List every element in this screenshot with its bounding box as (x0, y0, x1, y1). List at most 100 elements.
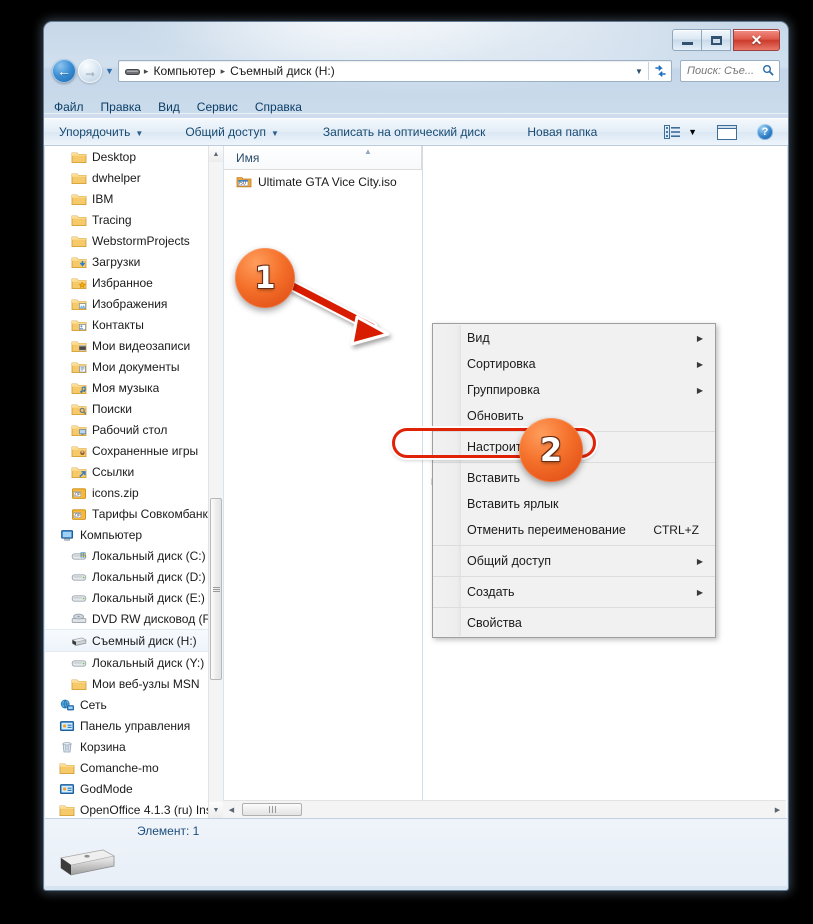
address-dropdown-icon[interactable]: ▼ (630, 67, 648, 76)
tree-item[interactable]: WebstormProjects (45, 230, 209, 251)
tree-scroll-thumb[interactable] (210, 498, 222, 680)
breadcrumb-item-0[interactable]: Компьютер (150, 64, 218, 78)
search-input[interactable]: Поиск: Съе... (681, 65, 762, 77)
tree-item[interactable]: Comanche-mo (45, 757, 209, 778)
tree-scroll-up-button[interactable]: ▲ (209, 146, 223, 162)
submenu-arrow-icon: ▶ (697, 386, 703, 395)
back-button[interactable]: ← (52, 59, 76, 83)
tree-item[interactable]: dwhelper (45, 167, 209, 188)
tree-item-label: IBM (92, 192, 113, 206)
tree-item[interactable]: Изображения (45, 293, 209, 314)
tree-item[interactable]: Локальный диск (Y:) (45, 652, 209, 673)
new-folder-button[interactable]: Новая папка (518, 122, 606, 142)
breadcrumb[interactable]: ▸ Компьютер ▸ Съемный диск (H:) ▼ (118, 60, 672, 82)
tree-item[interactable]: Рабочий стол (45, 419, 209, 440)
tree-item[interactable]: OpenOffice 4.1.3 (ru) Ins (45, 799, 209, 818)
computer-icon (59, 528, 75, 542)
hscroll-track[interactable] (240, 802, 769, 817)
breadcrumb-separator-0: ▸ (142, 66, 151, 77)
forward-button[interactable]: → (78, 59, 102, 83)
tree-item[interactable]: ZIP icons.zip (45, 482, 209, 503)
organize-button[interactable]: Упорядочить▼ (50, 122, 152, 142)
close-button[interactable]: ✕ (733, 29, 780, 51)
tree-item-label: icons.zip (92, 486, 139, 500)
tree-item[interactable]: Сеть (45, 694, 209, 715)
context-menu-item-label: Вставить (467, 471, 520, 485)
tree-item[interactable]: Избранное (45, 272, 209, 293)
hscroll-right-button[interactable]: ▶ (769, 802, 786, 817)
tree-item[interactable]: Локальный диск (E:) (45, 587, 209, 608)
tree-item[interactable]: Ссылки (45, 461, 209, 482)
share-button[interactable]: Общий доступ▼ (176, 122, 288, 142)
forward-arrow-icon: → (83, 64, 97, 78)
context-menu-item[interactable]: Вставить ярлык (433, 491, 715, 517)
tree-item[interactable]: Мои видеозаписи (45, 335, 209, 356)
tree-scrollbar[interactable]: ▲ ▼ (208, 146, 223, 818)
tree-item[interactable]: Панель управления (45, 715, 209, 736)
context-menu-item[interactable]: Создать▶ (433, 579, 715, 605)
menu-item-edit[interactable]: Правка (101, 100, 142, 114)
tree-item[interactable]: Сохраненные игры (45, 440, 209, 461)
context-menu-item[interactable]: Группировка▶ (433, 377, 715, 403)
tree-item[interactable]: Поиски (45, 398, 209, 419)
column-header-row: Имя ▲ (224, 146, 422, 170)
zip-icon: ZIP (71, 486, 87, 500)
context-menu-item[interactable]: Вид▶ (433, 325, 715, 351)
tree-item[interactable]: IBM (45, 188, 209, 209)
tree-item[interactable]: Контакты (45, 314, 209, 335)
hscroll-left-button[interactable]: ◀ (223, 802, 240, 817)
context-menu-item[interactable]: Обновить (433, 403, 715, 429)
menu-item-view[interactable]: Вид (158, 100, 180, 114)
hscroll-thumb[interactable] (242, 803, 302, 816)
tree-item[interactable]: Desktop (45, 146, 209, 167)
context-menu-item[interactable]: Сортировка▶ (433, 351, 715, 377)
burn-button[interactable]: Записать на оптический диск (314, 122, 495, 142)
tree-item[interactable]: Корзина (45, 736, 209, 757)
chevron-down-icon: ▼ (135, 129, 143, 138)
tree-item[interactable]: Локальный диск (C:) (45, 545, 209, 566)
file-row[interactable]: ISOUltimate GTA Vice City.iso (224, 170, 422, 194)
tree-item[interactable]: Tracing (45, 209, 209, 230)
maximize-button[interactable] (702, 29, 731, 51)
context-menu-item-label: Свойства (467, 616, 522, 630)
refresh-icon[interactable] (649, 65, 671, 78)
breadcrumb-item-1[interactable]: Съемный диск (H:) (227, 64, 338, 78)
help-button[interactable]: ? (752, 122, 778, 142)
list-horizontal-scrollbar[interactable]: ◀ ▶ (223, 800, 786, 818)
svg-text:ZIP: ZIP (74, 491, 81, 496)
tree-item[interactable]: Локальный диск (D:) (45, 566, 209, 587)
context-menu-item[interactable]: Свойства (433, 610, 715, 636)
tree-item[interactable]: Компьютер (45, 524, 209, 545)
scroll-grip (268, 801, 277, 819)
column-divider[interactable] (421, 146, 422, 169)
context-menu-item-label: Вставить ярлык (467, 497, 559, 511)
tree-item-label: Tracing (92, 213, 132, 227)
tree-item-label: Компьютер (80, 528, 142, 542)
tree-scroll-down-button[interactable]: ▼ (209, 802, 223, 818)
change-view-button[interactable]: ▼ (659, 123, 702, 141)
context-menu-item[interactable]: Отменить переименованиеCTRL+Z (433, 517, 715, 543)
preview-pane-button[interactable] (712, 123, 742, 142)
minimize-button[interactable] (672, 29, 702, 51)
folder-icon (71, 234, 87, 248)
menu-item-tools[interactable]: Сервис (197, 100, 238, 114)
file-rows: ISOUltimate GTA Vice City.iso (224, 170, 422, 194)
tree-item-label: Мои документы (92, 360, 179, 374)
tree-item[interactable]: Мои веб-узлы MSN (45, 673, 209, 694)
tree-item[interactable]: Моя музыка (45, 377, 209, 398)
context-menu-item[interactable]: Общий доступ▶ (433, 548, 715, 574)
tree-item-label: WebstormProjects (92, 234, 190, 248)
tree-item[interactable]: Съемный диск (H:) (45, 629, 209, 652)
recent-pages-caret-icon[interactable]: ▼ (105, 66, 114, 76)
tree-item-label: Локальный диск (D:) (92, 570, 206, 584)
search-box[interactable]: Поиск: Съе... (680, 60, 780, 82)
searches-icon (71, 402, 87, 416)
tree-item[interactable]: DVD RW дисковод (F:) (45, 608, 209, 629)
tree-item[interactable]: ZIPТарифы Совкомбанк (45, 503, 209, 524)
column-header-name[interactable]: Имя (224, 151, 259, 165)
tree-item[interactable]: GodMode (45, 778, 209, 799)
tree-item[interactable]: Мои документы (45, 356, 209, 377)
menu-item-help[interactable]: Справка (255, 100, 302, 114)
tree-item[interactable]: Загрузки (45, 251, 209, 272)
menu-item-file[interactable]: Файл (54, 100, 84, 114)
